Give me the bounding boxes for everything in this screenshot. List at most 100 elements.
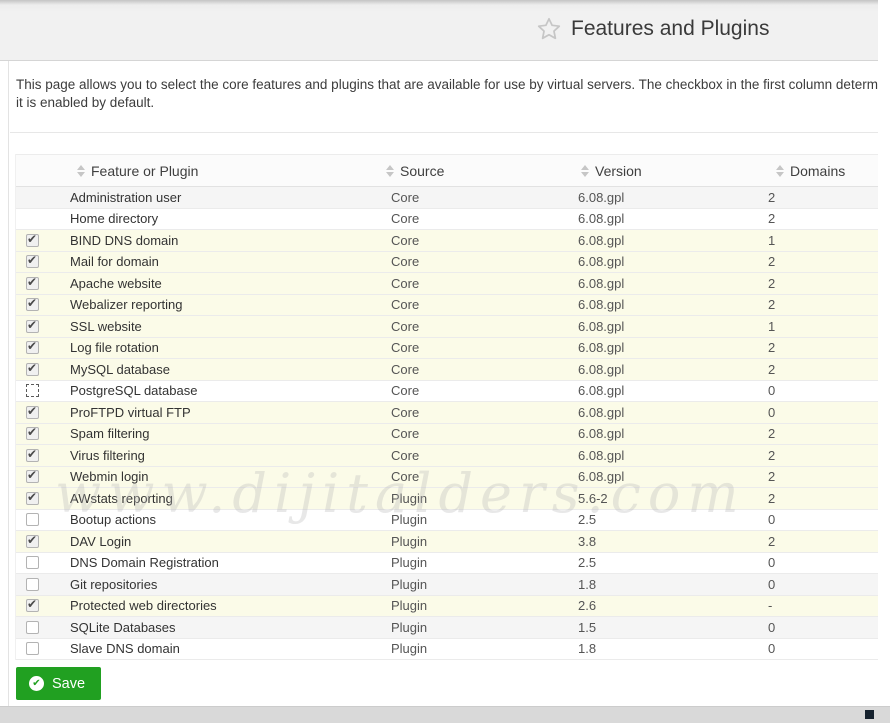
- feature-name: Apache website: [68, 276, 391, 291]
- feature-version: 6.08.gpl: [578, 233, 768, 248]
- table-row: Home directory Core 6.08.gpl 2: [16, 209, 878, 231]
- feature-checkbox[interactable]: [26, 642, 39, 655]
- checkbox-cell: [16, 578, 68, 591]
- feature-name: Virus filtering: [68, 448, 391, 463]
- feature-checkbox[interactable]: [26, 406, 39, 419]
- feature-checkbox[interactable]: [26, 578, 39, 591]
- table-row: DNS Domain Registration Plugin 2.5 0: [16, 553, 878, 575]
- feature-source: Core: [391, 276, 578, 291]
- feature-version: 6.08.gpl: [578, 319, 768, 334]
- feature-version: 1.8: [578, 641, 768, 656]
- feature-domains: 2: [768, 297, 878, 312]
- feature-name: AWstats reporting: [68, 491, 391, 506]
- feature-checkbox[interactable]: [26, 470, 39, 483]
- feature-name: PostgreSQL database: [68, 383, 391, 398]
- checkbox-cell: [16, 621, 68, 634]
- feature-version: 1.5: [578, 620, 768, 635]
- feature-source: Plugin: [391, 555, 578, 570]
- feature-checkbox[interactable]: [26, 621, 39, 634]
- feature-version: 6.08.gpl: [578, 276, 768, 291]
- column-header-version[interactable]: Version: [581, 155, 642, 187]
- page-header: Features and Plugins: [0, 0, 878, 61]
- feature-version: 6.08.gpl: [578, 340, 768, 355]
- feature-checkbox[interactable]: [26, 298, 39, 311]
- checkbox-cell: [16, 341, 68, 354]
- feature-checkbox[interactable]: [26, 513, 39, 526]
- table-row: MySQL database Core 6.08.gpl 2: [16, 359, 878, 381]
- feature-name: SSL website: [68, 319, 391, 334]
- feature-name: Webalizer reporting: [68, 297, 391, 312]
- feature-domains: 2: [768, 190, 878, 205]
- column-header-source[interactable]: Source: [386, 155, 444, 187]
- feature-source: Core: [391, 448, 578, 463]
- table-row: Slave DNS domain Plugin 1.8 0: [16, 639, 878, 661]
- checkbox-cell: [16, 535, 68, 548]
- feature-checkbox[interactable]: [26, 449, 39, 462]
- divider: [10, 132, 878, 133]
- feature-name: ProFTPD virtual FTP: [68, 405, 391, 420]
- feature-name: DAV Login: [68, 534, 391, 549]
- feature-source: Plugin: [391, 534, 578, 549]
- feature-checkbox[interactable]: [26, 556, 39, 569]
- feature-checkbox[interactable]: [26, 277, 39, 290]
- table-row: Apache website Core 6.08.gpl 2: [16, 273, 878, 295]
- feature-domains: 0: [768, 577, 878, 592]
- feature-name: MySQL database: [68, 362, 391, 377]
- sort-arrows-icon: [776, 165, 784, 177]
- feature-checkbox[interactable]: [26, 234, 39, 247]
- feature-checkbox[interactable]: [26, 535, 39, 548]
- feature-checkbox[interactable]: [26, 384, 39, 397]
- bottom-status-strip: [0, 706, 890, 723]
- feature-source: Core: [391, 254, 578, 269]
- feature-name: Webmin login: [68, 469, 391, 484]
- table-row: DAV Login Plugin 3.8 2: [16, 531, 878, 553]
- feature-version: 2.5: [578, 555, 768, 570]
- description-line-1: This page allows you to select the core …: [16, 76, 890, 94]
- table-row: Spam filtering Core 6.08.gpl 2: [16, 424, 878, 446]
- feature-checkbox[interactable]: [26, 341, 39, 354]
- feature-domains: 0: [768, 555, 878, 570]
- feature-name: Spam filtering: [68, 426, 391, 441]
- feature-version: 6.08.gpl: [578, 469, 768, 484]
- table-row: Virus filtering Core 6.08.gpl 2: [16, 445, 878, 467]
- feature-domains: 2: [768, 254, 878, 269]
- save-button-label: Save: [52, 676, 85, 692]
- sort-arrows-icon: [77, 165, 85, 177]
- feature-domains: 0: [768, 383, 878, 398]
- column-header-label: Source: [400, 163, 444, 179]
- feature-checkbox[interactable]: [26, 363, 39, 376]
- checkbox-cell: [16, 406, 68, 419]
- feature-checkbox[interactable]: [26, 492, 39, 505]
- feature-name: Bootup actions: [68, 512, 391, 527]
- sort-arrows-icon: [386, 165, 394, 177]
- table-row: BIND DNS domain Core 6.08.gpl 1: [16, 230, 878, 252]
- feature-source: Core: [391, 426, 578, 441]
- feature-name: Slave DNS domain: [68, 641, 391, 656]
- feature-source: Core: [391, 211, 578, 226]
- table-row: Protected web directories Plugin 2.6 -: [16, 596, 878, 618]
- column-header-domains[interactable]: Domains: [776, 155, 845, 187]
- feature-source: Core: [391, 233, 578, 248]
- bottom-corner-chip: [865, 710, 874, 719]
- feature-checkbox[interactable]: [26, 255, 39, 268]
- table-row: Bootup actions Plugin 2.5 0: [16, 510, 878, 532]
- checkbox-cell: [16, 363, 68, 376]
- feature-name: Log file rotation: [68, 340, 391, 355]
- table-header-row: Feature or Plugin Source Version Domains: [16, 154, 878, 187]
- table-row: Mail for domain Core 6.08.gpl 2: [16, 252, 878, 274]
- checkbox-cell: [16, 255, 68, 268]
- feature-domains: 0: [768, 641, 878, 656]
- feature-domains: 0: [768, 620, 878, 635]
- save-button[interactable]: Save: [16, 667, 101, 700]
- page-description: This page allows you to select the core …: [16, 76, 890, 112]
- table-row: Git repositories Plugin 1.8 0: [16, 574, 878, 596]
- table-row: AWstats reporting Plugin 5.6-2 2: [16, 488, 878, 510]
- feature-checkbox[interactable]: [26, 320, 39, 333]
- feature-source: Core: [391, 383, 578, 398]
- column-header-feature[interactable]: Feature or Plugin: [77, 155, 198, 187]
- feature-checkbox[interactable]: [26, 427, 39, 440]
- feature-version: 6.08.gpl: [578, 362, 768, 377]
- feature-checkbox[interactable]: [26, 599, 39, 612]
- feature-version: 2.6: [578, 598, 768, 613]
- feature-domains: 2: [768, 426, 878, 441]
